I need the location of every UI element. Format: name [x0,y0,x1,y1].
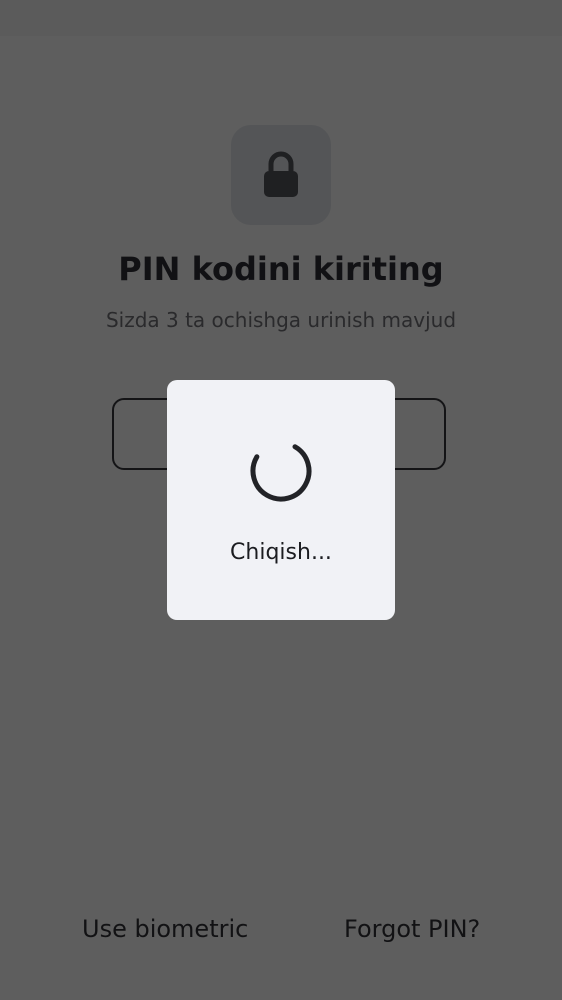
page-title: PIN kodini kiriting [118,250,444,288]
lock-tile [231,125,331,225]
loading-message: Chiqish... [230,540,332,565]
attempts-remaining-text: Sizda 3 ta ochishga urinish mavjud [105,308,457,332]
lock-icon [264,151,298,197]
progress-spinner-icon [250,440,312,502]
use-biometric-button[interactable]: Use biometric [82,915,248,943]
status-bar [0,0,562,36]
loading-dialog: Chiqish... [167,380,395,620]
forgot-pin-button[interactable]: Forgot PIN? [344,915,480,943]
